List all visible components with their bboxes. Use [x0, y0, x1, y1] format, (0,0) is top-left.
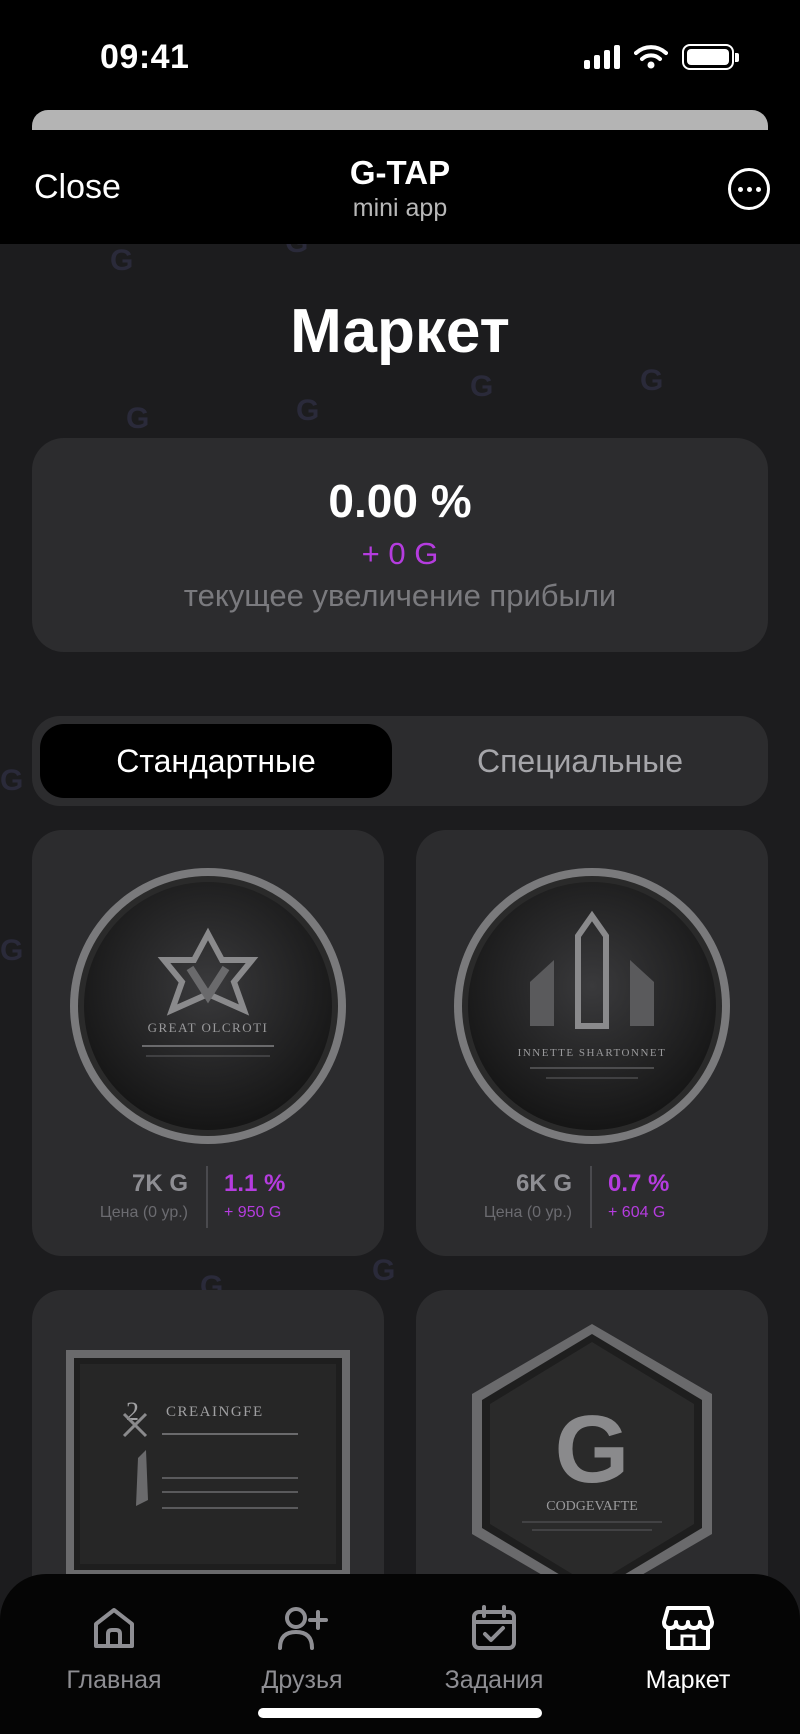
status-bar: 09:41	[0, 0, 800, 110]
card-image-text: GREAT OLCROTI	[148, 1020, 269, 1035]
hexagon-g-card-image: G CODGEVAFTE	[472, 1324, 712, 1604]
page-title: Маркет	[290, 297, 510, 366]
profit-percent: 0.00 %	[328, 475, 472, 527]
nav-label: Маркет	[645, 1666, 731, 1694]
profit-label: текущее увеличение прибыли	[183, 578, 617, 613]
card-info: 6K G Цена (0 ур.) 0.7 % + 604 G	[416, 1166, 768, 1228]
cellular-signal-icon	[584, 45, 620, 69]
card-percent: 1.1 %	[224, 1170, 286, 1197]
store-icon	[662, 1606, 714, 1650]
card-percent: 0.7 %	[608, 1170, 670, 1197]
nav-item-friends[interactable]: Друзья	[212, 1604, 392, 1695]
add-friend-icon	[278, 1607, 328, 1650]
calendar-check-icon	[472, 1605, 516, 1650]
card-divider	[206, 1166, 208, 1228]
category-tabs: Стандартные Специальные	[32, 716, 768, 806]
card-gain: + 604 G	[608, 1204, 666, 1221]
card-image-text: CREAINGFE	[166, 1404, 264, 1420]
more-dots-icon	[737, 186, 743, 192]
nav-label: Друзья	[261, 1666, 343, 1694]
mini-app-header: Close G-TAP mini app	[0, 130, 800, 244]
battery-icon	[682, 44, 739, 70]
profit-gain: + 0 G	[361, 536, 439, 571]
svg-text:G: G	[555, 1396, 630, 1503]
status-icons	[584, 44, 739, 70]
card-image-text: CODGEVAFTE	[546, 1499, 638, 1514]
app-subtitle: mini app	[352, 194, 448, 222]
building-emblem-card-image: INNETTE SHARTONNET	[454, 868, 730, 1144]
star-emblem-card-image: GREAT OLCROTI	[70, 868, 346, 1144]
status-time: 09:41	[100, 38, 190, 76]
more-options-button[interactable]	[728, 168, 770, 210]
background-g-pattern: G	[110, 244, 134, 277]
card-info: 7K G Цена (0 ур.) 1.1 % + 950 G	[32, 1166, 384, 1228]
sheet-grabber	[32, 110, 768, 130]
home-icon	[94, 1608, 134, 1648]
market-card[interactable]: GREAT OLCROTI 7K G Цена (0 ур.) 1.1 % + …	[32, 830, 384, 1256]
tab-special[interactable]: Специальные	[400, 724, 760, 798]
nav-item-tasks[interactable]: Задания	[404, 1604, 584, 1695]
card-gain: + 950 G	[224, 1204, 282, 1221]
card-divider	[590, 1166, 592, 1228]
tab-standard[interactable]: Стандартные	[40, 724, 392, 798]
market-screen[interactable]: G G G G G G G G G G Маркет 0.00 % + 0 G …	[0, 244, 800, 1734]
market-card[interactable]: INNETTE SHARTONNET 6K G Цена (0 ур.) 0.7…	[416, 830, 768, 1256]
card-image-text: INNETTE SHARTONNET	[518, 1047, 667, 1059]
nav-item-market[interactable]: Маркет	[598, 1604, 778, 1695]
nav-label: Задания	[444, 1666, 544, 1694]
card-price: 7K G	[131, 1170, 188, 1197]
card-price-label: Цена (0 ур.)	[483, 1204, 572, 1221]
home-indicator	[258, 1708, 542, 1718]
nav-item-home[interactable]: Главная	[24, 1604, 204, 1695]
nav-label: Главная	[66, 1666, 162, 1694]
wifi-icon	[634, 45, 668, 69]
card-price: 6K G	[515, 1170, 572, 1197]
card-price-label: Цена (0 ур.)	[99, 1204, 188, 1221]
profit-summary-card: 0.00 % + 0 G текущее увеличение прибыли	[32, 438, 768, 652]
app-title: G-TAP	[349, 154, 451, 191]
